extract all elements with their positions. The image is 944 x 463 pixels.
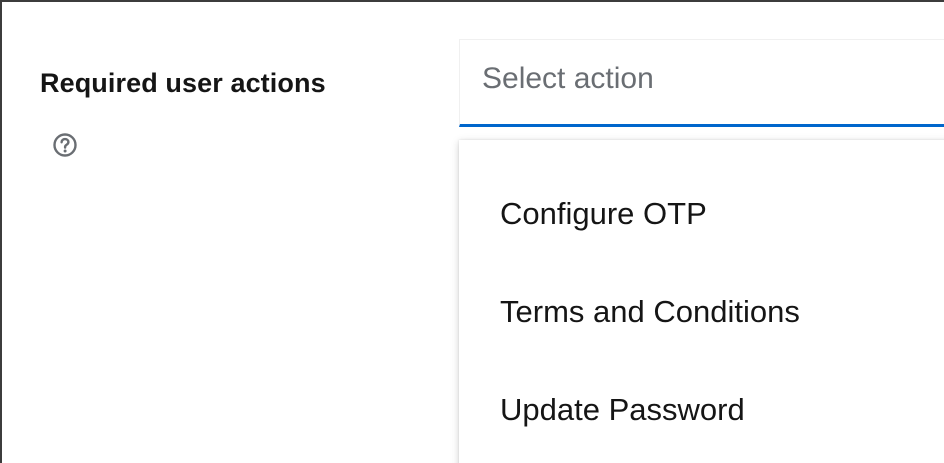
option-configure-otp[interactable]: Configure OTP xyxy=(459,184,944,244)
select-action-dropdown[interactable]: Select action xyxy=(459,39,944,127)
form-panel: Required user actions Select action Conf… xyxy=(0,0,944,463)
select-action-menu: Configure OTP Terms and Conditions Updat… xyxy=(459,140,944,463)
option-label: Configure OTP xyxy=(500,196,707,231)
select-placeholder: Select action xyxy=(482,62,654,95)
option-update-password[interactable]: Update Password xyxy=(459,380,944,440)
option-label: Terms and Conditions xyxy=(500,294,800,329)
option-label: Update Password xyxy=(500,392,745,427)
question-circle-icon[interactable] xyxy=(52,132,78,158)
option-terms-and-conditions[interactable]: Terms and Conditions xyxy=(459,282,944,342)
required-user-actions-label: Required user actions xyxy=(40,68,326,98)
